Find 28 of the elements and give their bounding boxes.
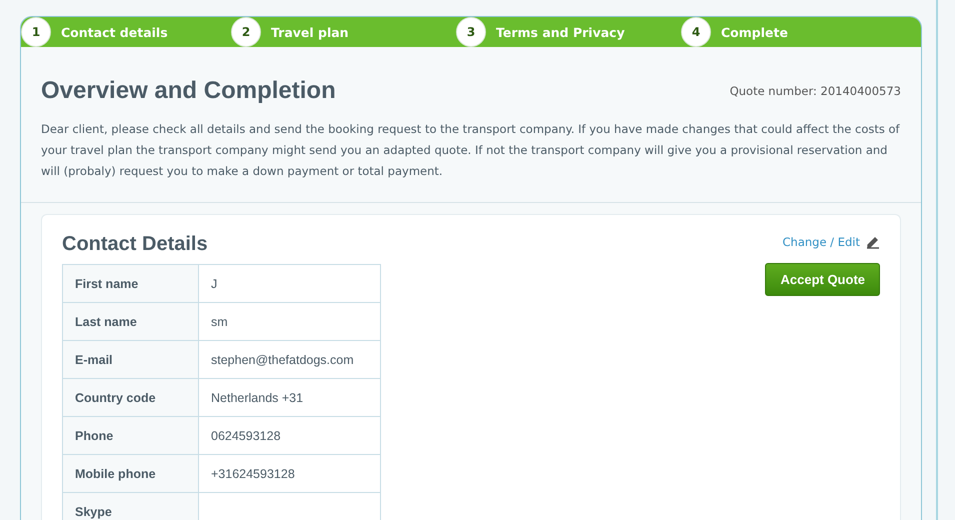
field-value: Netherlands +31 — [198, 378, 380, 416]
field-label: Phone — [62, 416, 198, 454]
step-number: 2 — [231, 17, 261, 47]
field-label: Mobile phone — [62, 454, 198, 492]
intro-text: Dear client, please check all details and send the booking request to the transport company. If you have made changes that could affect the costs of your travel plan the transport company might send you an adapted quote. If not the transport company will give you a provisional reservation and will (probaly) request you to make a down payment or total payment. — [41, 121, 901, 180]
step-label: Contact details — [61, 24, 168, 40]
field-label: Country code — [62, 378, 198, 416]
step-label: Travel plan — [271, 24, 349, 40]
step-number: 1 — [21, 17, 51, 47]
field-value: +31624593128 — [198, 454, 380, 492]
step-number: 4 — [681, 17, 711, 47]
field-label: E-mail — [62, 340, 198, 378]
step-label: Complete — [721, 24, 788, 40]
field-value: stephen@thefatdogs.com — [198, 340, 380, 378]
step-label: Terms and Privacy — [496, 24, 625, 40]
section-title: Contact Details — [62, 233, 209, 256]
field-label: Last name — [62, 302, 198, 340]
accept-quote-button[interactable]: Accept Quote — [765, 263, 880, 296]
step-number: 3 — [456, 17, 486, 47]
page-title: Overview and Completion — [41, 77, 336, 105]
field-label: Skype — [62, 492, 198, 520]
field-value: 0624593128 — [198, 416, 380, 454]
edit-link[interactable]: Change / Edit — [782, 235, 880, 249]
field-label: First name — [62, 264, 198, 302]
quote-number: Quote number: 20140400573 — [730, 84, 901, 98]
field-value: sm — [198, 302, 380, 340]
pencil-icon — [866, 235, 880, 249]
field-value: J — [198, 264, 380, 302]
